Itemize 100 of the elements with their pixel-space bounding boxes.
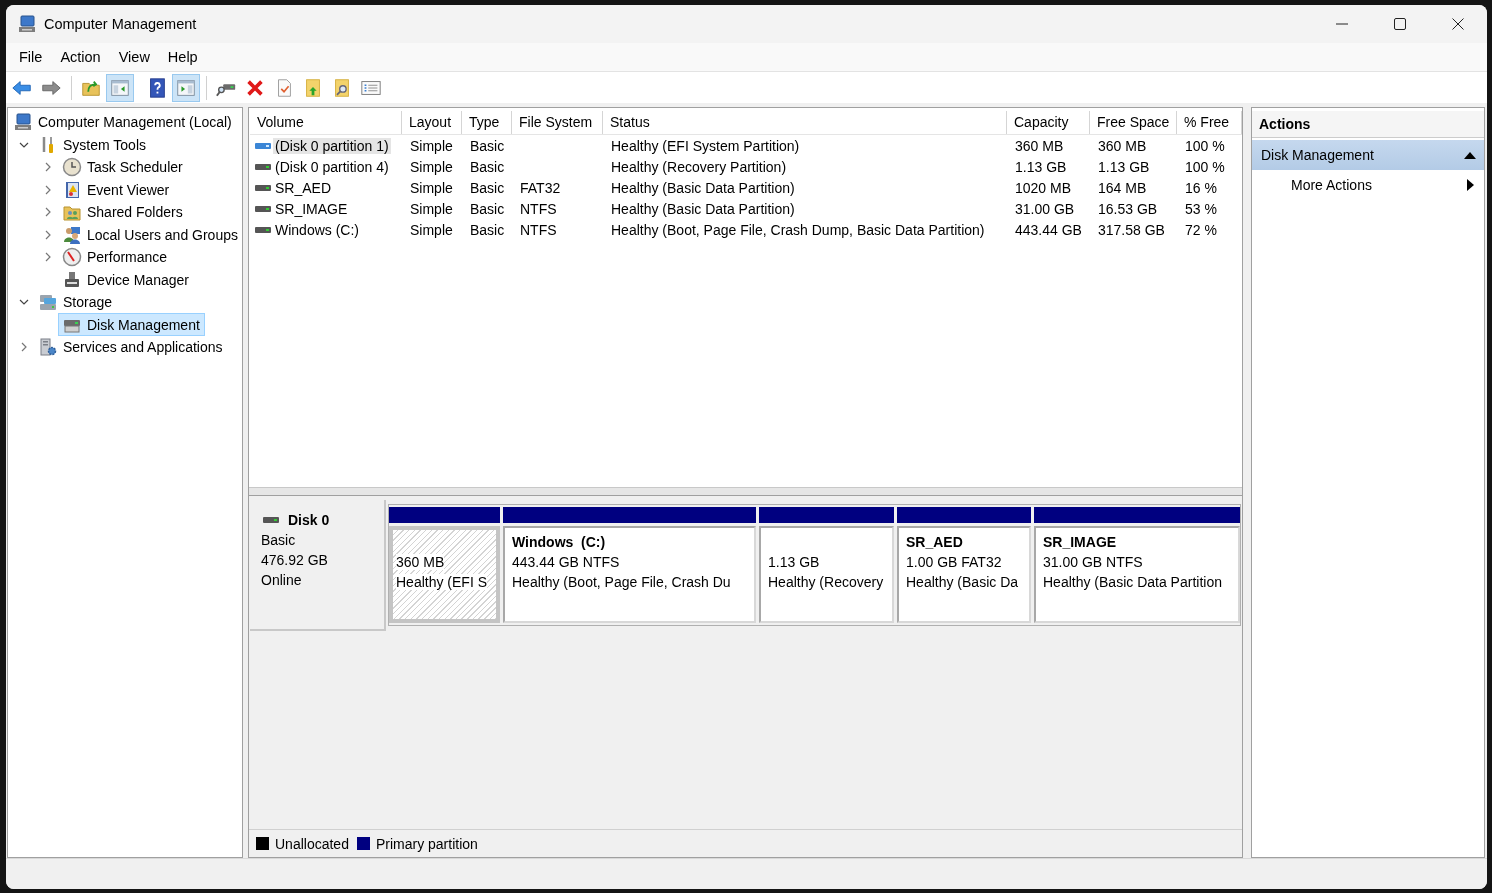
table-cell[interactable]: Windows (C:) <box>273 221 361 238</box>
tree-item[interactable]: Performance <box>58 245 173 269</box>
column-header[interactable]: Layout <box>402 111 462 134</box>
drive-icon <box>255 225 271 234</box>
disk-name: Disk 0 <box>288 511 330 530</box>
maximize-icon <box>1394 18 1406 30</box>
table-cell: 16.53 GB <box>1098 200 1158 217</box>
disk-type: Basic <box>261 532 296 548</box>
table-cell: 31.00 GB <box>1015 200 1075 217</box>
table-cell: 1.13 GB <box>1098 158 1150 175</box>
table-cell: 443.44 GB <box>1015 221 1082 238</box>
disk-info-panel[interactable]: Disk 0 Basic 476.92 GB Online <box>250 500 386 631</box>
tree-item[interactable]: Event Viewer <box>58 178 175 202</box>
partition-box[interactable]: 360 MB Healthy (EFI S <box>389 526 500 623</box>
disk-status: Online <box>261 572 302 588</box>
drive-icon <box>255 162 271 171</box>
chevron-right-icon[interactable] <box>43 184 53 195</box>
computer-icon <box>17 14 37 34</box>
menu-item[interactable]: Help <box>158 46 207 68</box>
table-cell: Healthy (Basic Data Partition) <box>611 179 795 196</box>
chevron-right-icon[interactable] <box>43 229 53 240</box>
drive-icon <box>255 141 271 150</box>
table-cell: 72 % <box>1185 221 1217 238</box>
clock-icon <box>62 157 82 178</box>
menu-item[interactable]: File <box>10 46 52 68</box>
menu-item[interactable]: Action <box>51 46 110 68</box>
table-cell: Simple <box>410 137 453 154</box>
device-icon <box>62 269 82 290</box>
partition-box[interactable]: SR_AED 1.00 GB FAT32 Healthy (Basic Da <box>897 526 1031 623</box>
column-header[interactable]: Type <box>462 111 512 134</box>
chevron-right-icon[interactable] <box>43 162 53 173</box>
actions-title: Actions <box>1252 111 1484 138</box>
server-gear-icon <box>38 337 58 358</box>
tree-item[interactable]: System Tools <box>34 133 151 157</box>
partition-status: Healthy (Basic Data Partition <box>1043 574 1222 590</box>
table-cell: Basic <box>470 158 505 175</box>
column-header[interactable]: File System <box>512 111 603 134</box>
table-cell: 100 % <box>1185 158 1225 175</box>
partition-size: 1.00 GB FAT32 <box>906 554 1002 570</box>
console-tree-button[interactable] <box>106 73 134 102</box>
partition-size: 360 MB <box>396 554 445 570</box>
table-cell: Healthy (Boot, Page File, Crash Dump, Basic Data Partition) <box>611 221 985 238</box>
drive-icon <box>255 204 271 213</box>
menu-item[interactable]: View <box>109 46 159 68</box>
table-cell: 16 % <box>1185 179 1217 196</box>
legend-label: Unallocated <box>275 835 349 852</box>
table-cell: NTFS <box>520 200 557 217</box>
table-cell[interactable]: (Disk 0 partition 4) <box>273 158 391 175</box>
partition-status: Healthy (EFI S <box>396 574 488 590</box>
table-cell: Simple <box>410 221 453 238</box>
tree-item[interactable]: Services and Applications <box>34 335 228 359</box>
storage-icon <box>38 292 58 313</box>
chevron-right-icon[interactable] <box>43 252 53 263</box>
table-cell[interactable]: SR_IMAGE <box>273 200 350 217</box>
partition-status: Healthy (Boot, Page File, Crash Du <box>512 574 731 590</box>
tree-item[interactable]: Storage <box>34 290 118 314</box>
tree-item[interactable]: Task Scheduler <box>58 155 188 179</box>
tree-item[interactable]: Shared Folders <box>58 200 188 224</box>
partition-size: 1.13 GB <box>768 554 820 570</box>
partition-size: 443.44 GB NTFS <box>512 554 620 570</box>
drive-icon <box>255 183 271 192</box>
partition-box[interactable]: 1.13 GB Healthy (Recovery <box>759 526 894 623</box>
table-cell[interactable]: SR_AED <box>273 179 334 196</box>
table-cell: 360 MB <box>1098 137 1147 154</box>
chevron-right-icon[interactable] <box>19 342 29 353</box>
tree-item[interactable]: Device Manager <box>58 268 194 292</box>
table-cell: 164 MB <box>1098 179 1147 196</box>
partition-status: Healthy (Basic Da <box>906 574 1019 590</box>
partition-status: Healthy (Recovery <box>768 574 884 590</box>
table-cell: Basic <box>470 221 505 238</box>
table-cell: 53 % <box>1185 200 1217 217</box>
partition-box[interactable]: Windows (C:) 443.44 GB NTFS Healthy (Boot, Page File, Crash Du <box>503 526 756 623</box>
users-icon <box>62 224 82 245</box>
table-cell: NTFS <box>520 221 557 238</box>
table-cell: 1020 MB <box>1015 179 1072 196</box>
table-cell: FAT32 <box>520 179 561 196</box>
table-cell: 100 % <box>1185 137 1225 154</box>
partition-name: SR_IMAGE <box>1043 534 1117 550</box>
column-header[interactable]: Free Space <box>1090 111 1177 134</box>
tree-item[interactable]: Local Users and Groups <box>58 223 242 247</box>
table-cell: 317.58 GB <box>1098 221 1165 238</box>
column-header[interactable]: Status <box>603 111 1007 134</box>
chevron-right-icon[interactable] <box>43 207 53 218</box>
column-header[interactable]: Volume <box>250 111 402 134</box>
table-cell: Basic <box>470 179 505 196</box>
close-icon <box>1452 18 1464 30</box>
partition-box[interactable]: SR_IMAGE 31.00 GB NTFS Healthy (Basic Data Partition <box>1034 526 1240 623</box>
column-header[interactable]: % Free <box>1177 111 1242 134</box>
tree-item[interactable]: Computer Management (Local) <box>9 110 237 134</box>
table-cell: Healthy (Recovery Partition) <box>611 158 787 175</box>
action-item[interactable]: More Actions <box>1252 170 1484 200</box>
partition-name: SR_AED <box>906 534 963 550</box>
table-cell: Simple <box>410 200 453 217</box>
action-section[interactable]: Disk Management <box>1252 140 1484 170</box>
column-header[interactable]: Capacity <box>1007 111 1090 134</box>
table-cell: Simple <box>410 158 453 175</box>
table-cell: 1.13 GB <box>1015 158 1067 175</box>
computer-icon <box>13 112 33 133</box>
table-cell[interactable]: (Disk 0 partition 1) <box>273 137 391 154</box>
tree-item[interactable]: Disk Management <box>58 313 205 337</box>
